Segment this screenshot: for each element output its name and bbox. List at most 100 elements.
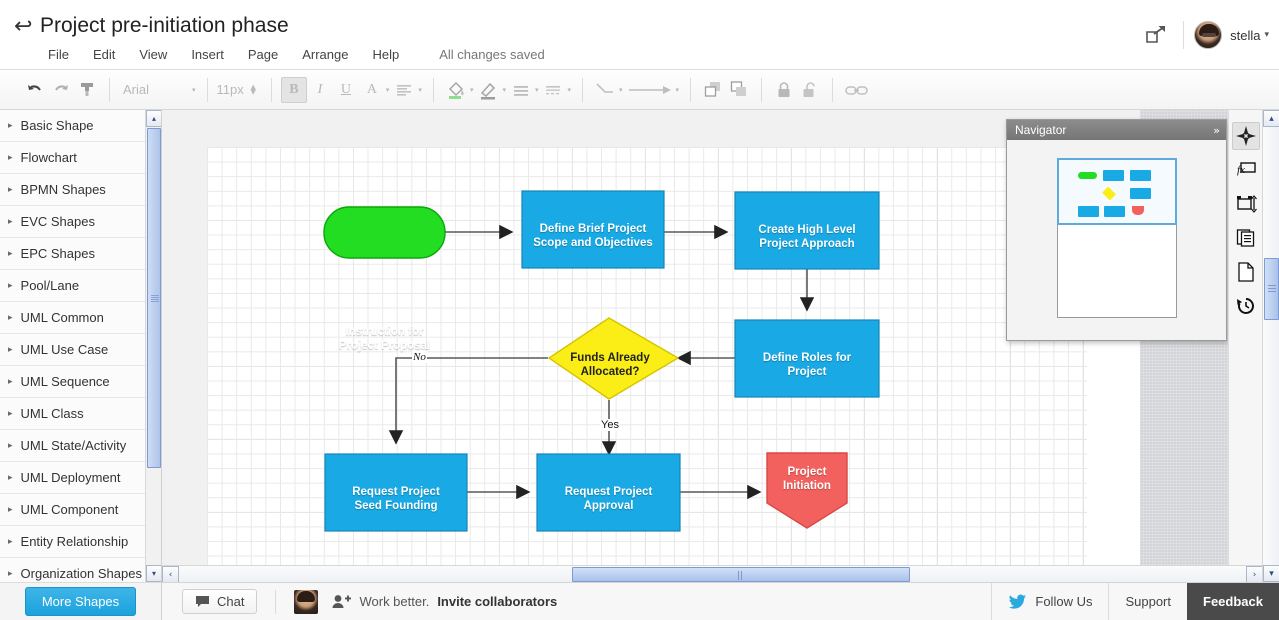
chevron-down-icon[interactable]: ▾ xyxy=(418,86,422,94)
resize-icon[interactable] xyxy=(1232,190,1260,218)
font-size-stepper[interactable]: ▲ ▼ xyxy=(251,83,256,95)
align-left-icon[interactable] xyxy=(391,77,417,103)
sidebar-item-evc-shapes[interactable]: ▸ EVC Shapes xyxy=(0,206,161,238)
navigator-mini-node xyxy=(1102,170,1124,181)
horizontal-scrollbar[interactable]: ‹ › xyxy=(162,565,1263,583)
sidebar-item-basic-shape[interactable]: ▸ Basic Shape xyxy=(0,110,161,142)
save-status-text: All changes saved xyxy=(439,47,545,62)
arrow-line-icon[interactable] xyxy=(625,77,675,103)
crosshair-icon[interactable] xyxy=(1231,122,1260,150)
sidebar-item-organization-shapes[interactable]: ▸ Organization Shapes xyxy=(0,558,161,582)
chevron-down-icon[interactable]: ▾ xyxy=(192,86,196,94)
scroll-right-button[interactable]: › xyxy=(1246,566,1263,583)
avatar[interactable] xyxy=(1194,21,1223,49)
sidebar-item-pool-lane[interactable]: ▸ Pool/Lane xyxy=(0,270,161,302)
canvas-page[interactable]: Instruction for Project Proposal Define … xyxy=(162,110,1140,565)
sidebar-item-uml-class[interactable]: ▸ UML Class xyxy=(0,398,161,430)
back-arrow-icon[interactable]: ↩ xyxy=(14,16,32,38)
menu-help[interactable]: Help xyxy=(360,45,411,64)
chevron-down-icon[interactable]: ▾ xyxy=(619,86,623,94)
undo-icon[interactable] xyxy=(22,77,48,103)
unlock-icon[interactable] xyxy=(797,77,823,103)
bring-to-front-icon[interactable] xyxy=(700,77,726,103)
chevron-right-icon: ▸ xyxy=(8,280,13,291)
navigator-panel[interactable]: Navigator » xyxy=(1006,119,1227,341)
chevron-down-icon[interactable]: ▾ xyxy=(567,86,571,94)
chevron-down-icon[interactable]: ▾ xyxy=(1264,30,1269,40)
chevron-down-icon[interactable]: ▾ xyxy=(470,86,474,94)
fx-icon[interactable]: fx xyxy=(1232,156,1260,184)
more-shapes-button[interactable]: More Shapes xyxy=(24,587,137,616)
sidebar-scroll-thumb[interactable] xyxy=(147,128,161,468)
navigator-titlebar[interactable]: Navigator » xyxy=(1007,120,1226,140)
chevron-right-icon: ▸ xyxy=(8,344,13,355)
chevron-down-icon[interactable]: ▾ xyxy=(386,86,390,94)
sidebar-item-uml-state-activity[interactable]: ▸ UML State/Activity xyxy=(0,430,161,462)
collaborator-avatar[interactable] xyxy=(294,589,319,614)
sidebar-item-label: Organization Shapes xyxy=(20,566,142,581)
text-color-label: A xyxy=(366,81,377,97)
menu-view[interactable]: View xyxy=(127,45,179,64)
chevron-right-icon: ▸ xyxy=(8,216,13,227)
line-style-icon[interactable] xyxy=(508,77,534,103)
sidebar-item-uml-sequence[interactable]: ▸ UML Sequence xyxy=(0,366,161,398)
chevron-down-icon[interactable]: ▾ xyxy=(676,86,680,94)
chevron-down-icon[interactable]: ▾ xyxy=(502,86,506,94)
menu-page[interactable]: Page xyxy=(236,45,290,64)
sidebar-scrollbar[interactable]: ▴ ▾ xyxy=(145,110,161,582)
sidebar-item-bpmn-shapes[interactable]: ▸ BPMN Shapes xyxy=(0,174,161,206)
line-color-icon[interactable] xyxy=(475,77,501,103)
send-to-back-icon[interactable] xyxy=(726,77,752,103)
scroll-down-button[interactable]: ▾ xyxy=(1263,565,1279,582)
chat-button[interactable]: Chat xyxy=(182,589,258,614)
sidebar-item-uml-component[interactable]: ▸ UML Component xyxy=(0,494,161,526)
format-painter-icon[interactable] xyxy=(74,77,100,103)
scroll-left-button[interactable]: ‹ xyxy=(162,566,179,583)
scroll-up-button[interactable]: ▴ xyxy=(1263,110,1279,127)
shape-library-sidebar[interactable]: ▸ Basic Shape ▸ Flowchart ▸ BPMN Shapes … xyxy=(0,110,162,582)
follow-us-link[interactable]: Follow Us xyxy=(991,582,1108,620)
italic-button[interactable]: I xyxy=(307,77,333,103)
vertical-scrollbar[interactable]: ▴ ▾ xyxy=(1262,110,1279,582)
menu-file[interactable]: File xyxy=(36,45,81,64)
line-dash-icon[interactable] xyxy=(540,77,566,103)
font-family-select[interactable]: Arial xyxy=(119,82,191,97)
vertical-scroll-thumb[interactable] xyxy=(1264,258,1279,320)
underline-button[interactable]: U xyxy=(333,77,359,103)
link-icon[interactable] xyxy=(842,77,872,103)
font-size-input[interactable]: 11px xyxy=(217,82,251,97)
sidebar-item-label: UML State/Activity xyxy=(20,438,127,453)
follow-us-label: Follow Us xyxy=(1035,594,1093,609)
sidebar-item-epc-shapes[interactable]: ▸ EPC Shapes xyxy=(0,238,161,270)
invite-collaborators-link[interactable]: Invite collaborators xyxy=(437,594,557,609)
sidebar-scroll-down-button[interactable]: ▾ xyxy=(146,565,161,582)
sidebar-item-uml-common[interactable]: ▸ UML Common xyxy=(0,302,161,334)
menu-insert[interactable]: Insert xyxy=(179,45,236,64)
history-icon[interactable] xyxy=(1232,292,1260,320)
sidebar-item-uml-use-case[interactable]: ▸ UML Use Case xyxy=(0,334,161,366)
feedback-button[interactable]: Feedback xyxy=(1187,582,1279,620)
support-link[interactable]: Support xyxy=(1108,582,1187,620)
connector-line-icon[interactable] xyxy=(592,77,618,103)
share-icon[interactable] xyxy=(1139,18,1173,52)
redo-icon[interactable] xyxy=(48,77,74,103)
text-color-button[interactable]: A xyxy=(359,77,385,103)
horizontal-scroll-thumb[interactable] xyxy=(572,567,910,582)
chevron-down-icon[interactable]: ▾ xyxy=(535,86,539,94)
menu-arrange[interactable]: Arrange xyxy=(290,45,360,64)
bold-button[interactable]: B xyxy=(280,76,307,103)
fill-color-icon[interactable] xyxy=(443,77,469,103)
chevron-right-icon: ▸ xyxy=(8,184,13,195)
lock-icon[interactable] xyxy=(771,77,797,103)
sidebar-item-uml-deployment[interactable]: ▸ UML Deployment xyxy=(0,462,161,494)
sidebar-item-flowchart[interactable]: ▸ Flowchart xyxy=(0,142,161,174)
page-icon[interactable] xyxy=(1232,258,1260,286)
sidebar-item-entity-relationship[interactable]: ▸ Entity Relationship xyxy=(0,526,161,558)
username-label[interactable]: stella xyxy=(1230,28,1260,43)
sidebar-scroll-up-button[interactable]: ▴ xyxy=(146,110,161,127)
invite-collaborators-row[interactable]: Work better. Invite collaborators xyxy=(332,594,557,609)
navigator-thumbnail[interactable] xyxy=(1056,158,1177,318)
layers-icon[interactable] xyxy=(1232,224,1260,252)
menu-edit[interactable]: Edit xyxy=(81,45,127,64)
collapse-icon[interactable]: » xyxy=(1213,124,1220,137)
